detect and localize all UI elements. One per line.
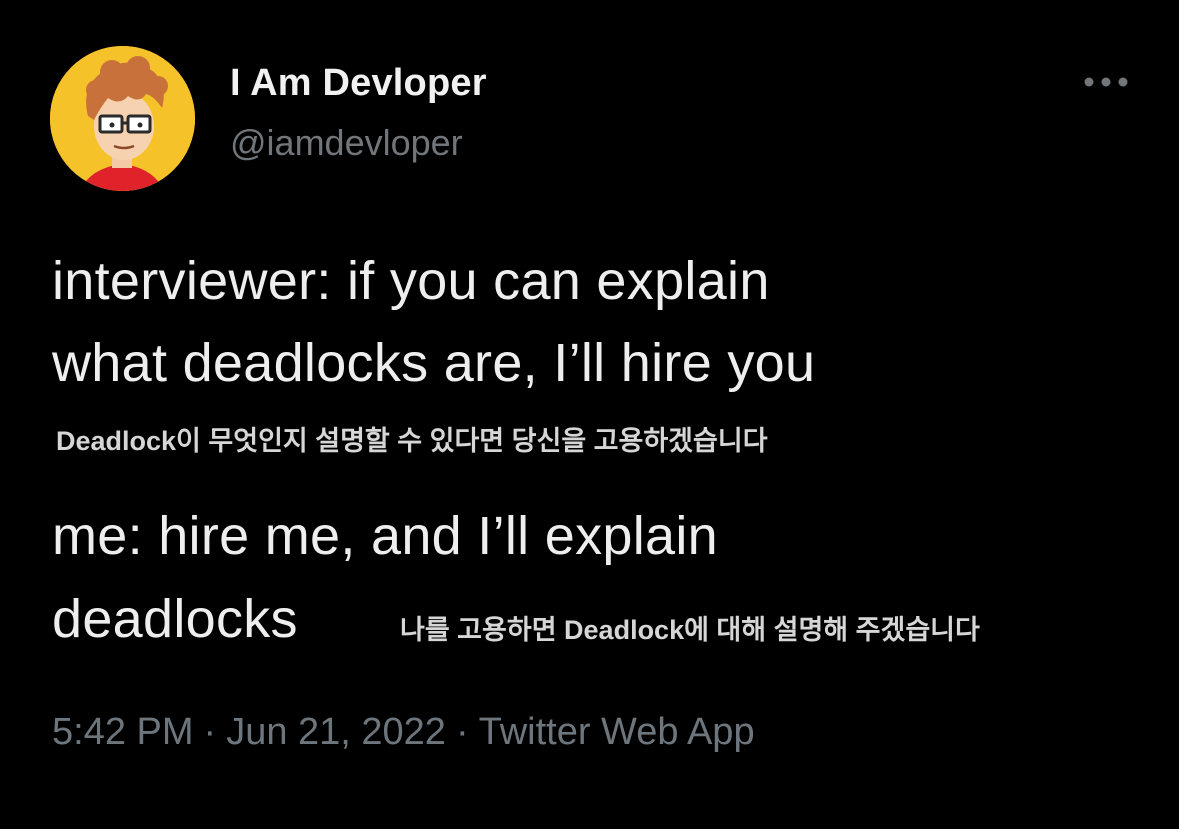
ellipsis-horizontal-icon <box>1084 77 1128 87</box>
more-options-button[interactable] <box>1078 64 1134 100</box>
korean-caption: Deadlock이 무엇인지 설명할 수 있다면 당신을 고용하겠습니다 <box>56 426 768 456</box>
tweet-card: I Am Devloper @iamdevloper interviewer: … <box>0 0 1179 829</box>
tweet-date[interactable]: Jun 21, 2022 <box>226 711 446 753</box>
tweet-text-line: deadlocks <box>52 589 298 649</box>
meta-separator: · <box>203 711 217 753</box>
meta-separator: · <box>455 711 469 753</box>
tweet-metadata: 5:42 PM · Jun 21, 2022 · Twitter Web App <box>52 711 755 754</box>
tweet-source[interactable]: Twitter Web App <box>479 711 755 753</box>
avatar[interactable] <box>50 46 195 191</box>
korean-caption: 나를 고용하면 Deadlock에 대해 설명해 주겠습니다 <box>400 615 980 645</box>
tweet-text-line: interviewer: if you can explain <box>52 251 770 311</box>
tweet-text-line: me: hire me, and I’ll explain <box>52 506 719 566</box>
author-handle[interactable]: @iamdevloper <box>230 122 463 164</box>
author-display-name[interactable]: I Am Devloper <box>230 62 487 105</box>
tweet-text-line: what deadlocks are, I’ll hire you <box>52 333 816 393</box>
tweet-time[interactable]: 5:42 PM <box>52 711 194 753</box>
cartoon-developer-avatar-icon <box>50 46 195 191</box>
